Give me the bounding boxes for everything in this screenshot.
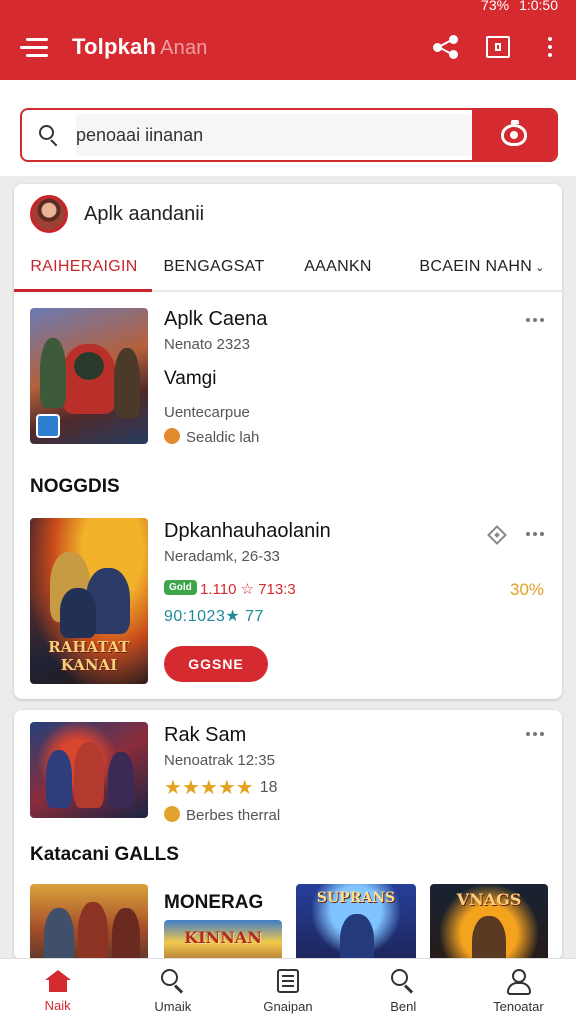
star-icon: ★ [217, 777, 236, 799]
search-icon [391, 969, 415, 994]
coin-icon [164, 428, 180, 444]
battery-text: 73% [481, 0, 510, 13]
more-horizontal-icon[interactable] [526, 318, 544, 322]
status-bar: 73% 1:0:50 [0, 0, 576, 14]
nav-label: Tenoatar [493, 999, 544, 1014]
game-thumbnail[interactable]: SUPRANS [296, 884, 416, 960]
frame-button[interactable] [472, 27, 524, 67]
search-icon-wrap[interactable] [22, 110, 76, 160]
nav-label: Umaik [154, 999, 192, 1014]
diamond-icon[interactable] [487, 525, 507, 545]
item-meta: Berbes therral [164, 806, 280, 824]
tab-4-label: BCAEIN NAHN [419, 258, 533, 275]
feed-card: Aplk aandanii RAIHERAIGIN BENGAGSAT AAAN… [14, 184, 562, 699]
search-bar [20, 108, 558, 162]
game-thumbnail[interactable]: RAHATAT KANAI [30, 518, 148, 684]
item-date: Nenato 2323 [164, 336, 250, 353]
search-input[interactable] [76, 114, 472, 156]
star-icon: ★ [164, 777, 182, 799]
item-stats: 1.110 ☆ 713:3 [200, 581, 296, 598]
share-icon [433, 35, 459, 59]
nav-label: Gnaipan [263, 999, 313, 1014]
time-text: 1:0:50 [519, 0, 558, 13]
star-icon: ★ [199, 777, 218, 799]
install-button[interactable]: GGSNE [164, 646, 268, 682]
item-score: 90:1023★ 77 [164, 608, 264, 625]
star-icon: ★ [235, 777, 254, 799]
item-title: Rak Sam [164, 724, 247, 746]
item-date: Nenoatrak 12:35 [164, 752, 275, 769]
share-button[interactable] [420, 27, 472, 67]
tab-3[interactable]: AAANKN [274, 244, 402, 290]
coin-icon [164, 806, 180, 822]
star-icon: ★ [181, 777, 200, 799]
thumbnail-banner-text: VNAGS [456, 890, 522, 909]
nav-home[interactable]: Naik [0, 959, 115, 1024]
search-icon [160, 969, 185, 994]
item-subtitle: Vamgi [164, 368, 217, 389]
item-meta-text: Berbes therral [186, 807, 281, 824]
game-thumbnail[interactable] [30, 722, 148, 818]
list-item[interactable]: Rak Sam Nenoatrak 12:35 ★ ★ ★ ★ ★ 18 Berbes … [30, 722, 546, 824]
more-horizontal-icon[interactable] [526, 732, 544, 736]
app-subtitle: Anan [160, 37, 208, 59]
item-title: Dpkanhauhaolanin [164, 520, 331, 542]
nav-profile[interactable]: Tenoatar [461, 959, 576, 1024]
item-percent: 30% [510, 580, 545, 599]
profile-row[interactable]: Aplk aandanii [14, 184, 562, 244]
tab-4[interactable]: BCAEIN NAHN ⌄ [402, 244, 562, 290]
nav-browse[interactable]: Benl [346, 959, 461, 1024]
nav-search[interactable]: Umaik [115, 959, 230, 1024]
profile-name: Aplk aandanii [84, 202, 205, 225]
item-date: Neradamk, 26-33 [164, 548, 280, 565]
more-options-button[interactable] [524, 27, 576, 67]
more-horizontal-icon[interactable] [526, 532, 544, 536]
tab-bar: RAIHERAIGIN BENGAGSAT AAANKN BCAEIN NAHN… [14, 244, 562, 292]
thumbnail-banner-text: SUPRANS [316, 890, 396, 906]
bottom-nav: Naik Umaik Gnaipan Benl Tenoatar [0, 958, 576, 1024]
item-title: Aplk Caena [164, 308, 268, 330]
nav-label: Benl [390, 999, 417, 1014]
item-meta: Sealdic lah [164, 428, 259, 446]
tab-2[interactable]: BENGAGSAT [154, 244, 274, 290]
nav-label: Naik [44, 998, 71, 1013]
search-icon [39, 125, 59, 147]
rating-value: 18 [259, 779, 278, 796]
search-area [0, 80, 576, 176]
game-thumbnail[interactable] [30, 308, 148, 444]
list-item[interactable]: RAHATAT KANAI Dpkanhauhaolanin Neradamk,… [30, 518, 546, 688]
thumbnail-banner-text: KINNAN [184, 928, 262, 947]
home-icon [44, 970, 71, 992]
item-developer: Uentecarpue [164, 404, 250, 421]
menu-icon[interactable] [20, 37, 50, 57]
chevron-down-icon: ⌄ [535, 261, 545, 274]
item-meta-text: Sealdic lah [186, 429, 260, 446]
list-item[interactable]: Aplk Caena Nenato 2323 Vamgi Uentecarpue… [30, 308, 546, 448]
section-title: Katacani GALLS [30, 844, 179, 865]
frame-icon [486, 36, 510, 58]
more-vertical-icon [548, 37, 552, 57]
mini-section-title: MONERAG [164, 892, 264, 913]
camera-search-button[interactable] [472, 110, 556, 160]
document-icon [277, 969, 299, 993]
user-icon [506, 969, 532, 995]
thumbnail-banner-text: RAHATAT KANAI [48, 638, 130, 674]
section-title: NOGGDIS [30, 476, 120, 497]
status-badge: Gold [164, 580, 197, 595]
app-bar: Tolpkah Anan [0, 14, 576, 80]
rating-stars: ★ ★ ★ ★ ★ 18 [164, 778, 277, 798]
game-thumbnail[interactable]: VNAGS [430, 884, 548, 960]
avatar[interactable] [30, 195, 68, 233]
app-title-text: Tolpkah [72, 34, 157, 59]
feed-card: Rak Sam Nenoatrak 12:35 ★ ★ ★ ★ ★ 18 Berbes … [14, 710, 562, 960]
game-thumbnail[interactable] [30, 884, 148, 960]
game-thumbnail[interactable]: KINNAN [164, 920, 282, 960]
nav-library[interactable]: Gnaipan [230, 959, 345, 1024]
app-badge-icon [36, 414, 60, 438]
app-title: Tolpkah Anan [72, 34, 208, 60]
camera-icon [501, 120, 527, 146]
tab-1[interactable]: RAIHERAIGIN [14, 244, 154, 290]
